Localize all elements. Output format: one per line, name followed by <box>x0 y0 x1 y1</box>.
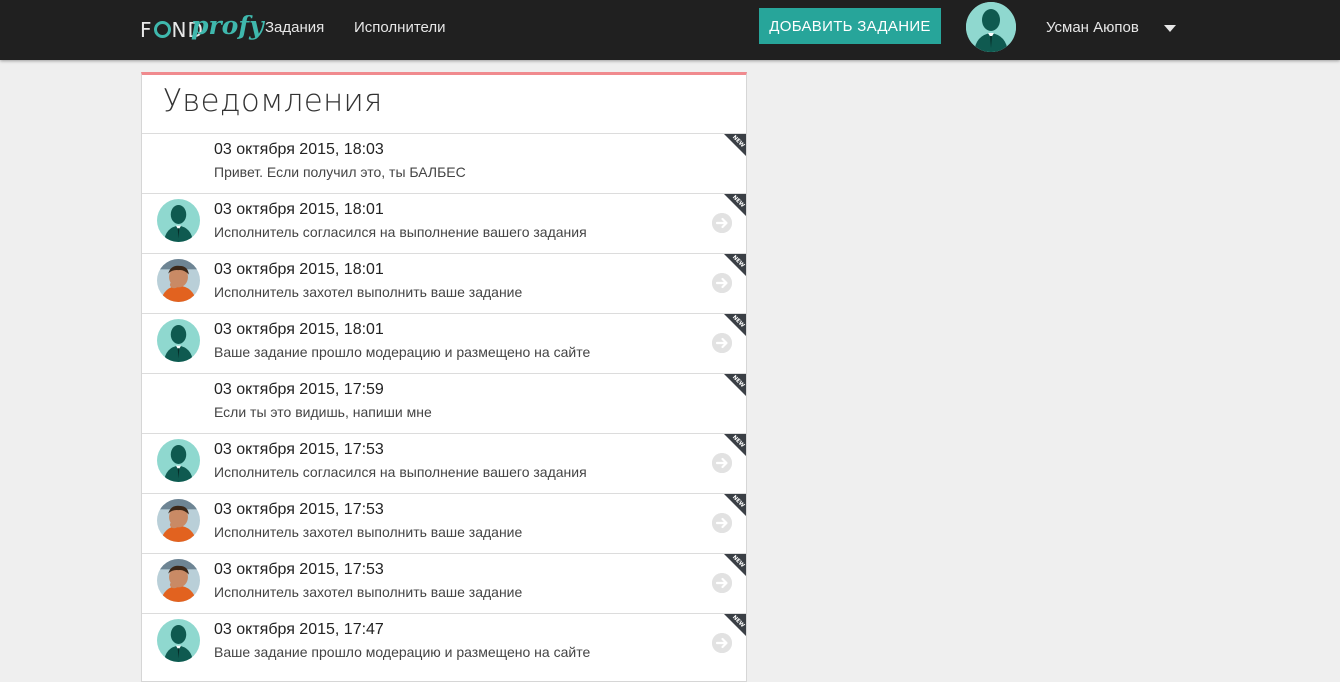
notification-text: Исполнитель согласился на выполнение ваш… <box>214 224 587 240</box>
top-navbar: F ND profy Задания Исполнители ДОБАВИТЬ З… <box>0 0 1340 60</box>
open-notification-arrow[interactable] <box>712 633 732 653</box>
new-badge: NEW <box>724 314 746 336</box>
open-notification-arrow[interactable] <box>712 453 732 473</box>
new-badge: NEW <box>724 614 746 636</box>
notification-date: 03 октября 2015, 17:47 <box>214 621 384 638</box>
notification-row[interactable]: 03 октября 2015, 17:47 Ваше задание прошл… <box>142 613 746 673</box>
new-ribbon-icon: NEW <box>724 254 746 276</box>
new-ribbon-icon: NEW <box>724 554 746 576</box>
arrow-right-circle-icon <box>712 333 732 353</box>
new-badge: NEW <box>724 494 746 516</box>
notification-date: 03 октября 2015, 18:03 <box>214 141 384 158</box>
notification-row[interactable]: 03 октября 2015, 17:53 Исполнитель захоте… <box>142 493 746 553</box>
notification-date: 03 октября 2015, 18:01 <box>214 321 384 338</box>
user-avatar[interactable] <box>966 2 1016 52</box>
new-ribbon-icon: NEW <box>724 194 746 216</box>
notification-date: 03 октября 2015, 17:53 <box>214 501 384 518</box>
sender-avatar <box>157 619 200 662</box>
logo-script: profy <box>191 11 264 40</box>
new-badge: NEW <box>724 434 746 456</box>
notification-row[interactable]: 03 октября 2015, 18:01 Ваше задание прошл… <box>142 313 746 373</box>
new-badge: NEW <box>724 554 746 576</box>
notification-text: Исполнитель захотел выполнить ваше задан… <box>214 284 523 300</box>
sender-avatar <box>157 199 200 242</box>
new-ribbon-icon: NEW <box>724 494 746 516</box>
notification-date: 03 октября 2015, 17:53 <box>214 561 384 578</box>
person-silhouette-icon <box>157 439 200 482</box>
arrow-right-circle-icon <box>712 513 732 533</box>
person-silhouette-icon <box>157 319 200 362</box>
new-badge: NEW <box>724 194 746 216</box>
open-notification-arrow[interactable] <box>712 513 732 533</box>
new-badge: NEW <box>724 374 746 396</box>
notification-date: 03 октября 2015, 17:59 <box>214 381 384 398</box>
user-silhouette-icon <box>966 2 1016 52</box>
user-name[interactable]: Усман Аюпов <box>1046 19 1139 36</box>
notification-text: Исполнитель согласился на выполнение ваш… <box>214 464 587 480</box>
logo-o-ring-icon <box>153 21 171 38</box>
sender-avatar <box>157 559 200 602</box>
chevron-down-icon[interactable] <box>1164 25 1176 32</box>
sender-avatar <box>157 259 200 302</box>
notification-text: Ваше задание прошло модерацию и размещен… <box>214 344 591 360</box>
person-silhouette-icon <box>157 199 200 242</box>
new-badge: NEW <box>724 254 746 276</box>
nav-executors-link[interactable]: Исполнители <box>354 19 446 36</box>
notification-date: 03 октября 2015, 18:01 <box>214 261 384 278</box>
open-notification-arrow[interactable] <box>712 333 732 353</box>
notifications-list: 03 октября 2015, 18:03 Привет. Если получ… <box>142 133 746 673</box>
notification-text: Исполнитель захотел выполнить ваше задан… <box>214 584 523 600</box>
arrow-right-circle-icon <box>712 573 732 593</box>
new-ribbon-icon: NEW <box>724 434 746 456</box>
arrow-right-circle-icon <box>712 273 732 293</box>
arrow-right-circle-icon <box>712 453 732 473</box>
open-notification-arrow[interactable] <box>712 573 732 593</box>
sender-avatar <box>157 319 200 362</box>
notification-row[interactable]: 03 октября 2015, 18:01 Исполнитель соглас… <box>142 193 746 253</box>
new-ribbon-icon: NEW <box>724 134 746 156</box>
notification-row[interactable]: 03 октября 2015, 18:03 Привет. Если получ… <box>142 133 746 193</box>
arrow-right-circle-icon <box>712 633 732 653</box>
notification-row[interactable]: 03 октября 2015, 17:59 Если ты это видишь… <box>142 373 746 433</box>
new-ribbon-icon: NEW <box>724 614 746 636</box>
person-silhouette-icon <box>157 619 200 662</box>
new-ribbon-icon: NEW <box>724 374 746 396</box>
notification-row[interactable]: 03 октября 2015, 17:53 Исполнитель соглас… <box>142 433 746 493</box>
user-photo-icon <box>157 559 200 602</box>
sender-avatar <box>157 439 200 482</box>
user-photo-icon <box>157 259 200 302</box>
notification-text: Исполнитель захотел выполнить ваше задан… <box>214 524 523 540</box>
new-ribbon-icon: NEW <box>724 314 746 336</box>
notification-date: 03 октября 2015, 18:01 <box>214 201 384 218</box>
add-task-button[interactable]: ДОБАВИТЬ ЗАДАНИЕ <box>759 8 941 44</box>
notification-date: 03 октября 2015, 17:53 <box>214 441 384 458</box>
arrow-right-circle-icon <box>712 213 732 233</box>
notification-row[interactable]: 03 октября 2015, 18:01 Исполнитель захоте… <box>142 253 746 313</box>
user-photo-icon <box>157 499 200 542</box>
notification-row[interactable]: 03 октября 2015, 17:53 Исполнитель захоте… <box>142 553 746 613</box>
notification-text: Если ты это видишь, напиши мне <box>214 404 432 420</box>
nav-tasks-link[interactable]: Задания <box>265 19 324 36</box>
sender-avatar <box>157 499 200 542</box>
new-badge: NEW <box>724 134 746 156</box>
page-title: Уведомления <box>163 83 383 119</box>
notifications-panel: Уведомления 03 октября 2015, 18:03 Привет… <box>141 72 747 682</box>
notification-text: Ваше задание прошло модерацию и размещен… <box>214 644 591 660</box>
notification-text: Привет. Если получил это, ты БАЛБЕС <box>214 164 466 180</box>
open-notification-arrow[interactable] <box>712 273 732 293</box>
open-notification-arrow[interactable] <box>712 213 732 233</box>
